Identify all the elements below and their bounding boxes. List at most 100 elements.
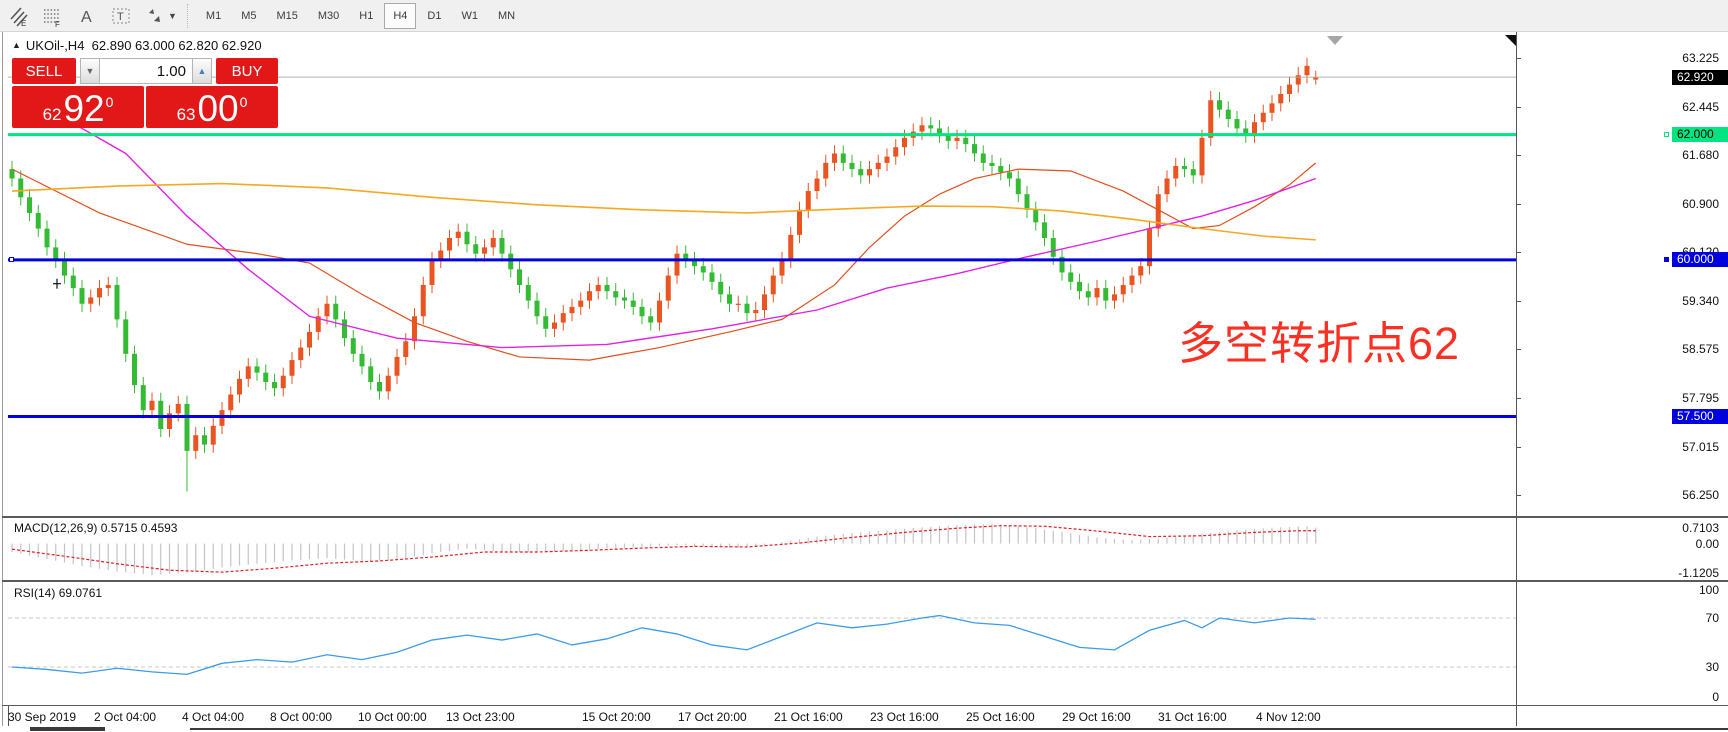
axis-tick bbox=[1516, 495, 1521, 496]
axis-tick bbox=[1516, 155, 1521, 156]
candle-body bbox=[780, 260, 785, 276]
timeframe-button-MN[interactable]: MN bbox=[489, 3, 524, 29]
time-tick-label: 4 Nov 12:00 bbox=[1256, 710, 1321, 724]
timeframe-button-M5[interactable]: M5 bbox=[232, 3, 265, 29]
candle-body bbox=[788, 235, 793, 260]
timeframe-button-H1[interactable]: H1 bbox=[350, 3, 382, 29]
bottom-border-line bbox=[190, 728, 1728, 730]
candle-body bbox=[928, 125, 933, 128]
time-tick-label: 17 Oct 20:00 bbox=[678, 710, 747, 724]
window-left-border bbox=[2, 32, 3, 732]
candle-body bbox=[220, 410, 225, 426]
equidistant-channel-icon[interactable]: E bbox=[4, 3, 34, 29]
candle-body bbox=[666, 276, 671, 301]
sell-button[interactable]: SELL bbox=[12, 58, 76, 84]
buy-price-display[interactable]: 63 00 0 bbox=[146, 86, 278, 128]
axis-tick bbox=[1516, 252, 1521, 253]
candle-body bbox=[727, 294, 732, 303]
candle-body bbox=[1278, 94, 1283, 103]
chart-title: ▲UKOil-,H4 62.890 63.000 62.820 62.920 bbox=[12, 38, 262, 53]
timeframe-button-D1[interactable]: D1 bbox=[418, 3, 450, 29]
candle-body bbox=[202, 435, 207, 444]
rsi-timeaxis-separator bbox=[2, 705, 1728, 706]
bottom-scroll-thumb[interactable] bbox=[30, 727, 105, 731]
svg-text:A: A bbox=[81, 9, 92, 26]
timeframe-button-M15[interactable]: M15 bbox=[267, 3, 306, 29]
candle-body bbox=[1182, 166, 1187, 169]
buy-price-small: 63 bbox=[177, 106, 196, 123]
macd-axis-label: 0.00 bbox=[1696, 537, 1719, 551]
macd-indicator-label: MACD(12,26,9) 0.5715 0.4593 bbox=[14, 521, 177, 535]
axis-tick bbox=[1516, 204, 1521, 205]
chart-annotation-text: 多空转折点62 bbox=[1178, 320, 1460, 368]
candle-body bbox=[211, 426, 216, 445]
macd-panel-plot[interactable] bbox=[8, 517, 1516, 580]
candle-body bbox=[1173, 166, 1178, 179]
candle-body bbox=[753, 310, 758, 313]
axis-tick bbox=[1516, 349, 1521, 350]
candle-body bbox=[263, 373, 268, 382]
price-badge: 62.920 bbox=[1672, 70, 1728, 85]
candle-body bbox=[62, 260, 67, 276]
candle-body bbox=[1068, 272, 1073, 281]
candle-body bbox=[648, 316, 653, 322]
candle-body bbox=[622, 297, 627, 300]
volume-increase-button[interactable]: ▲ bbox=[192, 58, 212, 84]
candle-body bbox=[1103, 288, 1108, 301]
price-badge: 57.500 bbox=[1672, 409, 1728, 424]
candle-body bbox=[1051, 238, 1056, 257]
candle-body bbox=[1007, 172, 1012, 178]
candle-body bbox=[1112, 294, 1117, 300]
text-tool-icon[interactable]: A bbox=[72, 3, 102, 29]
buy-button[interactable]: BUY bbox=[216, 58, 278, 84]
buy-price-big: 00 bbox=[197, 93, 238, 125]
macd-rsi-separator[interactable] bbox=[2, 580, 1728, 582]
timeframe-button-H4[interactable]: H4 bbox=[384, 3, 416, 29]
top-toolbar: E F A T ▼ M1M5M15M30H1H4D1W1MN bbox=[0, 0, 1728, 32]
candle-body bbox=[675, 254, 680, 276]
candle-body bbox=[71, 276, 76, 289]
text-label-icon[interactable]: T bbox=[106, 3, 136, 29]
level-line-handle[interactable] bbox=[1664, 257, 1669, 262]
level-line-handle[interactable] bbox=[1664, 132, 1669, 137]
arrows-tool-icon[interactable] bbox=[140, 3, 170, 29]
level-line-handle[interactable] bbox=[9, 257, 14, 262]
candle-body bbox=[1121, 285, 1126, 294]
candle-body bbox=[1252, 122, 1257, 135]
time-tick-label: 8 Oct 00:00 bbox=[270, 710, 332, 724]
chart-shift-marker-icon[interactable] bbox=[1327, 36, 1343, 45]
candle-body bbox=[115, 285, 120, 319]
volume-input[interactable] bbox=[100, 58, 192, 84]
candle-body bbox=[885, 157, 890, 163]
time-tick-label: 25 Oct 16:00 bbox=[966, 710, 1035, 724]
candle-body bbox=[228, 395, 233, 411]
fibonacci-lines-icon[interactable]: F bbox=[38, 3, 68, 29]
candle-body bbox=[1095, 288, 1100, 297]
rsi-axis-label: 0 bbox=[1712, 690, 1719, 704]
time-tick-label: 15 Oct 20:00 bbox=[582, 710, 651, 724]
timeframe-button-M30[interactable]: M30 bbox=[309, 3, 348, 29]
candle-body bbox=[473, 244, 478, 253]
price-tick-label: 57.795 bbox=[1682, 391, 1719, 405]
main-macd-separator[interactable] bbox=[2, 516, 1728, 518]
scale-corner-marker-icon[interactable] bbox=[1505, 35, 1516, 46]
candle-body bbox=[1261, 113, 1266, 122]
toolbar-separator bbox=[187, 4, 189, 28]
candle-body bbox=[972, 144, 977, 153]
candle-body bbox=[570, 307, 575, 313]
arrows-dropdown-caret[interactable]: ▼ bbox=[168, 11, 177, 21]
rsi-panel-plot[interactable] bbox=[8, 582, 1516, 705]
time-tick-label: 30 Sep 2019 bbox=[8, 710, 76, 724]
axis-tick bbox=[1516, 107, 1521, 108]
price-tick-label: 59.340 bbox=[1682, 294, 1719, 308]
candle-body bbox=[535, 301, 540, 317]
candle-body bbox=[1033, 210, 1038, 223]
timeframe-button-W1[interactable]: W1 bbox=[452, 3, 487, 29]
sell-price-display[interactable]: 62 92 0 bbox=[12, 86, 144, 128]
candle-body bbox=[578, 301, 583, 307]
timeframe-button-M1[interactable]: M1 bbox=[197, 3, 230, 29]
candle-body bbox=[998, 166, 1003, 172]
candle-body bbox=[552, 323, 557, 329]
volume-decrease-button[interactable]: ▼ bbox=[80, 58, 100, 84]
ocp-collapse-arrow-icon[interactable]: ▲ bbox=[12, 40, 21, 50]
